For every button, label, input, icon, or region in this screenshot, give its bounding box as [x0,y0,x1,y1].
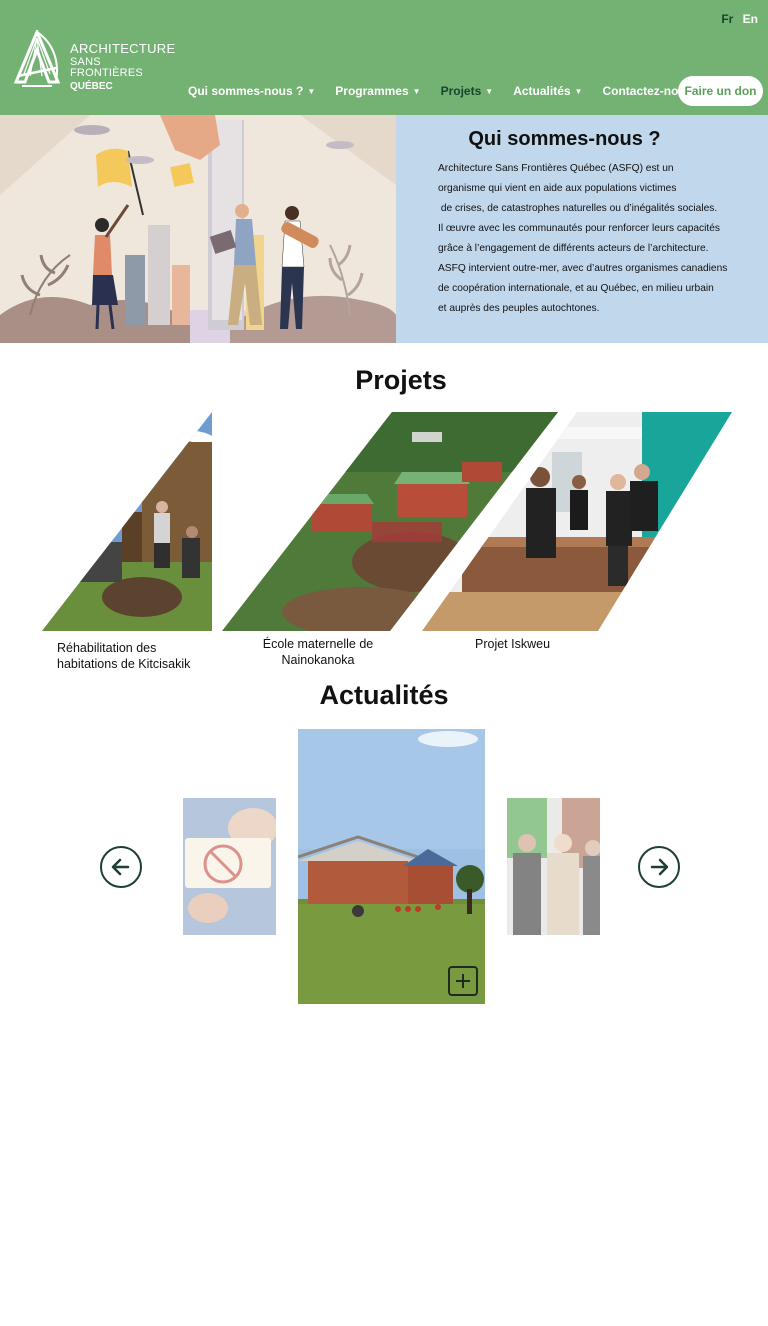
project-label-kitcisakik[interactable]: Réhabilitation des habitations de Kitcis… [57,640,227,672]
nav-label: Projets [440,84,482,98]
about-line: Il œuvre avec les communautés pour renfo… [438,223,720,234]
project-label-line: Projet Iskweu [475,637,551,651]
language-switcher: Fr En [715,12,758,26]
nav-label: Qui sommes-nous ? [188,84,304,98]
site-logo[interactable]: ARCHITECTURE SANS FRONTIÈRES QUÉBEC [12,30,175,92]
project-label-line: École maternelle de [262,637,374,651]
project-label-line: habitations de Kitcisakik [57,657,191,671]
about-line: grâce à l’engagement de différents acteu… [438,243,709,254]
about-illustration [0,115,396,343]
nav-item-projets[interactable]: Projets ▼ [441,84,494,98]
about-panel: Qui sommes-nous ? Architecture Sans Fron… [396,115,768,343]
logo-leaf-icon [13,30,61,87]
nav-item-programmes[interactable]: Programmes ▼ [335,84,420,98]
project-photo-iskweu [422,412,732,631]
project-card-iskweu[interactable] [422,412,732,631]
news-card-left[interactable] [183,798,276,935]
nav-label: Programmes [335,84,409,98]
about-description: Architecture Sans Frontières Québec (ASF… [438,159,760,319]
news-card-right[interactable] [507,798,600,935]
about-line: et auprès des peuples autochtones. [438,303,600,314]
carousel-next-button[interactable] [638,846,680,888]
lang-fr-link[interactable]: Fr [721,12,733,26]
caret-down-icon: ▼ [485,86,494,96]
news-photo-left [183,798,276,935]
caret-down-icon: ▼ [412,86,421,96]
about-line: de coopération internationale, et au Qué… [438,283,714,294]
nav-item-actualites[interactable]: Actualités ▼ [513,84,582,98]
project-card-kitcisakik[interactable] [42,412,212,631]
logo-wordmark: ARCHITECTURE SANS FRONTIÈRES QUÉBEC [70,42,175,92]
team-building-illustration [0,115,396,343]
news-expand-button[interactable] [448,966,478,996]
arrow-right-icon [650,858,669,876]
about-title: Qui sommes-nous ? [468,128,661,150]
news-photo-right [507,798,600,935]
about-line: ASFQ intervient outre-mer, avec d’autres… [438,263,728,274]
arrow-left-icon [111,858,130,876]
caret-down-icon: ▼ [307,86,316,96]
logo-line-2: SANS FRONTIÈRES [70,56,143,79]
project-label-iskweu[interactable]: Projet Iskweu [475,636,595,652]
project-label-line: Nainokanoka [281,653,355,667]
carousel-prev-button[interactable] [100,846,142,888]
plus-icon [456,974,470,988]
news-card-featured[interactable] [298,729,485,1004]
news-section-title: Actualités [319,680,449,710]
about-line: Architecture Sans Frontières Québec (ASF… [438,163,674,174]
caret-down-icon: ▼ [574,86,583,96]
projects-section-title: Projets [355,365,447,395]
nav-item-qui-sommes-nous[interactable]: Qui sommes-nous ? ▼ [188,84,315,98]
project-photo-kitcisakik [42,412,212,631]
site-header: Fr En ARCHITECTURE SANS FRONTIÈRES QUÉBE… [0,0,768,115]
news-photo-featured [298,729,485,1004]
project-label-line: Réhabilitation des [57,641,157,655]
main-nav: Qui sommes-nous ? ▼ Programmes ▼ Projets… [188,84,724,98]
project-label-nainokanoka[interactable]: École maternelle de Nainokanoka [248,636,388,668]
lang-en-link[interactable]: En [743,12,758,26]
about-line: de crises, de catastrophes naturelles ou… [438,203,718,214]
about-line: organisme qui vient en aide aux populati… [438,183,677,194]
donate-button[interactable]: Faire un don [678,76,763,106]
logo-line-3: QUÉBEC [70,81,113,92]
logo-line-1: ARCHITECTURE [70,41,176,56]
nav-label: Actualités [513,84,571,98]
